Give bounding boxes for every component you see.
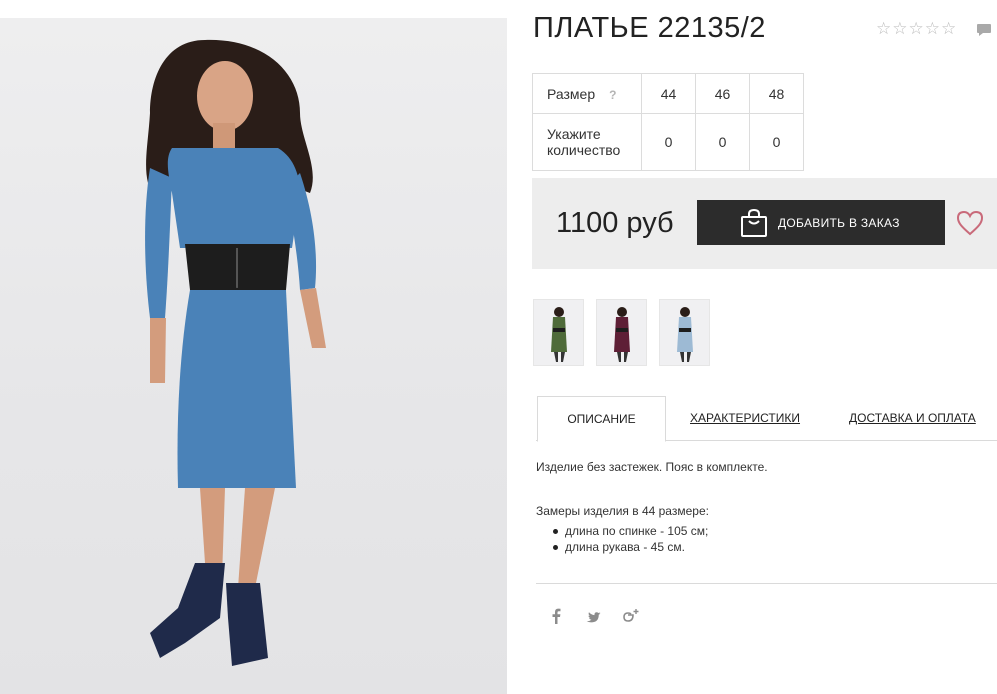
- purchase-panel: 1100 руб ДОБАВИТЬ В ЗАКАЗ: [532, 178, 997, 269]
- rating-star-4[interactable]: ☆: [925, 20, 940, 37]
- add-to-order-button[interactable]: ДОБАВИТЬ В ЗАКАЗ: [697, 200, 945, 245]
- rating-star-3[interactable]: ☆: [909, 20, 924, 37]
- thumbnail-burgundy-image: [614, 307, 630, 362]
- thumbnail-burgundy[interactable]: [596, 299, 647, 366]
- product-price: 1100 руб: [556, 207, 674, 239]
- content-divider: [536, 583, 997, 584]
- quantity-label-line2: количество: [547, 142, 621, 158]
- size-help-icon[interactable]: ?: [609, 88, 616, 102]
- quantity-label-cell: Укажите количество: [532, 113, 642, 171]
- rating-stars[interactable]: ☆ ☆ ☆ ☆ ☆: [876, 20, 956, 37]
- comment-icon[interactable]: [976, 23, 992, 37]
- list-item: длина по спинке - 105 см;: [553, 524, 708, 540]
- product-main-photo[interactable]: [0, 18, 507, 694]
- thumbnail-light-blue[interactable]: [659, 299, 710, 366]
- rating-star-2[interactable]: ☆: [892, 20, 907, 37]
- thumbnail-list: [533, 299, 710, 366]
- list-item: длина рукава - 45 см.: [553, 540, 708, 556]
- size-46: 46: [695, 73, 750, 114]
- measurements-title: Замеры изделия в 44 размере:: [536, 504, 709, 518]
- shopping-bag-icon: [741, 208, 767, 237]
- quantity-label-line1: Укажите: [547, 126, 601, 142]
- size-label: Размер: [547, 85, 596, 102]
- quantity-input-44[interactable]: 0: [641, 113, 696, 171]
- quantity-row: Укажите количество 0 0 0: [532, 113, 804, 171]
- facebook-icon[interactable]: [551, 607, 561, 625]
- tab-characteristics[interactable]: ХАРАКТЕРИСТИКИ: [690, 411, 800, 425]
- tab-description[interactable]: ОПИСАНИЕ: [537, 396, 666, 442]
- google-plus-icon[interactable]: [622, 607, 640, 625]
- twitter-icon[interactable]: [586, 609, 601, 627]
- thumbnail-green-image: [551, 307, 567, 362]
- tab-delivery-payment[interactable]: ДОСТАВКА И ОПЛАТА: [849, 411, 976, 425]
- add-to-order-label: ДОБАВИТЬ В ЗАКАЗ: [778, 215, 900, 230]
- rating-star-5[interactable]: ☆: [941, 20, 956, 37]
- quantity-input-46[interactable]: 0: [695, 113, 750, 171]
- heart-icon[interactable]: [956, 210, 984, 236]
- measurements-list: длина по спинке - 105 см; длина рукава -…: [553, 524, 708, 556]
- thumbnail-green[interactable]: [533, 299, 584, 366]
- size-table: Размер? 44 46 48 Укажите количество 0 0 …: [532, 73, 804, 171]
- size-label-cell: Размер?: [532, 73, 642, 114]
- quantity-input-48[interactable]: 0: [749, 113, 804, 171]
- size-row: Размер? 44 46 48: [532, 73, 804, 114]
- model-illustration: [145, 39, 326, 666]
- description-text: Изделие без застежек. Пояс в комплекте.: [536, 460, 768, 474]
- size-48: 48: [749, 73, 804, 114]
- rating-star-1[interactable]: ☆: [876, 20, 891, 37]
- product-title: ПЛАТЬЕ 22135/2: [533, 12, 766, 44]
- size-44: 44: [641, 73, 696, 114]
- thumbnail-light-blue-image: [677, 307, 693, 362]
